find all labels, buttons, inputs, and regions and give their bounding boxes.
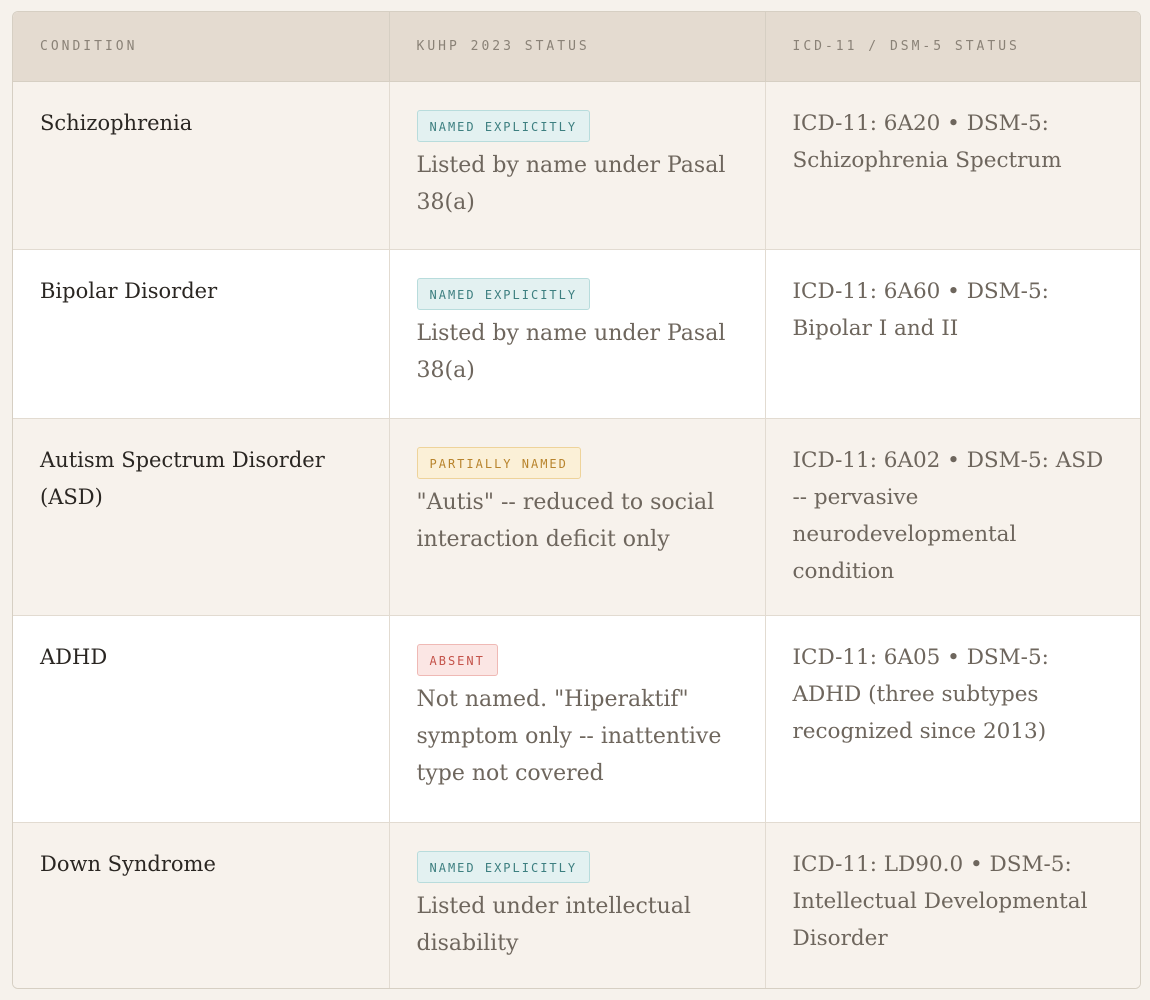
status-note: Not named. "Hiperaktif" symptom only -- … [416,686,722,786]
table-body: Schizophrenia NAMED EXPLICITLY Listed by… [13,81,1140,988]
condition-cell: Schizophrenia [13,81,390,250]
reference-cell: ICD-11: 6A20 • DSM-5: Schizophrenia Spec… [765,81,1140,250]
table-row: ADHD ABSENT Not named. "Hiperaktif" symp… [13,615,1140,823]
classification-reference: ICD-11: 6A20 • DSM-5: Schizophrenia Spec… [792,110,1062,173]
header-kuhp-status: KUHP 2023 STATUS [389,12,766,82]
status-badge: PARTIALLY NAMED [416,446,581,479]
classification-reference: ICD-11: LD90.0 • DSM-5: Intellectual Dev… [792,851,1088,951]
table-row: Down Syndrome NAMED EXPLICITLY Listed un… [13,822,1140,988]
reference-cell: ICD-11: LD90.0 • DSM-5: Intellectual Dev… [765,822,1140,988]
reference-cell: ICD-11: 6A60 • DSM-5: Bipolar I and II [765,249,1140,419]
condition-cell: Bipolar Disorder [13,249,390,419]
table-row: Autism Spectrum Disorder (ASD) PARTIALLY… [13,418,1140,616]
reference-cell: ICD-11: 6A02 • DSM-5: ASD -- pervasive n… [765,418,1140,616]
condition-cell: Down Syndrome [13,822,390,988]
table-row: Bipolar Disorder NAMED EXPLICITLY Listed… [13,249,1140,419]
condition-name: ADHD [40,644,108,669]
classification-reference: ICD-11: 6A02 • DSM-5: ASD -- pervasive n… [792,447,1104,584]
classification-reference: ICD-11: 6A05 • DSM-5: ADHD (three subtyp… [792,644,1049,744]
kuhp-status-cell: PARTIALLY NAMED "Autis" -- reduced to so… [389,418,766,616]
status-badge: NAMED EXPLICITLY [416,109,591,142]
status-note: Listed by name under Pasal 38(a) [416,152,726,215]
status-badge: NAMED EXPLICITLY [416,277,591,310]
status-note: Listed by name under Pasal 38(a) [416,320,726,383]
classification-reference: ICD-11: 6A60 • DSM-5: Bipolar I and II [792,278,1049,341]
status-note: Listed under intellectual disability [416,893,691,956]
header-row: CONDITION KUHP 2023 STATUS ICD-11 / DSM-… [13,12,1140,82]
condition-cell: Autism Spectrum Disorder (ASD) [13,418,390,616]
condition-name: Down Syndrome [40,851,216,876]
kuhp-status-cell: NAMED EXPLICITLY Listed by name under Pa… [389,81,766,250]
condition-cell: ADHD [13,615,390,823]
condition-name: Autism Spectrum Disorder (ASD) [40,447,325,509]
status-badge: ABSENT [416,643,498,676]
condition-name: Schizophrenia [40,110,193,135]
header-condition: CONDITION [13,12,390,82]
conditions-table: CONDITION KUHP 2023 STATUS ICD-11 / DSM-… [13,12,1140,988]
header-icd-dsm-status: ICD-11 / DSM-5 STATUS [765,12,1140,82]
status-badge: NAMED EXPLICITLY [416,850,591,883]
table-row: Schizophrenia NAMED EXPLICITLY Listed by… [13,81,1140,250]
table-header: CONDITION KUHP 2023 STATUS ICD-11 / DSM-… [13,12,1140,82]
condition-name: Bipolar Disorder [40,278,218,303]
comparison-table: CONDITION KUHP 2023 STATUS ICD-11 / DSM-… [12,11,1141,989]
kuhp-status-cell: ABSENT Not named. "Hiperaktif" symptom o… [389,615,766,823]
kuhp-status-cell: NAMED EXPLICITLY Listed under intellectu… [389,822,766,988]
status-note: "Autis" -- reduced to social interaction… [416,489,715,552]
reference-cell: ICD-11: 6A05 • DSM-5: ADHD (three subtyp… [765,615,1140,823]
kuhp-status-cell: NAMED EXPLICITLY Listed by name under Pa… [389,249,766,419]
